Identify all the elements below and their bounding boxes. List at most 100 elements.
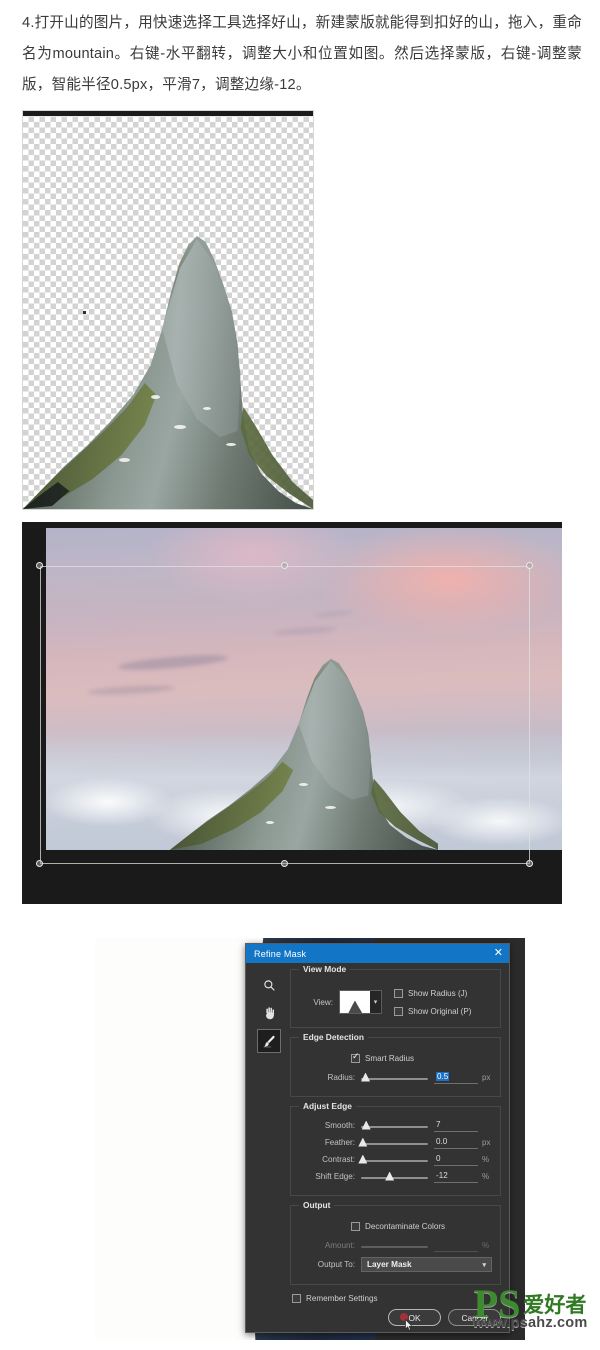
output-to-value: Layer Mask [367,1260,412,1269]
smooth-slider[interactable] [361,1120,428,1132]
view-preview-dropdown[interactable]: ▾ [339,990,382,1014]
view-row: View: ▾ Show Radius (J) Show Original (P… [299,986,492,1018]
output-title: Output [299,1200,335,1210]
contrast-value-field[interactable]: 0 [434,1154,478,1166]
amount-slider-track [361,1245,428,1248]
show-radius-label: Show Radius (J) [408,988,468,998]
dialog-button-row: OK Cancel [388,1309,501,1331]
smooth-row: Smooth: 7 [299,1118,492,1133]
amount-unit: % [482,1241,490,1250]
transform-handle-bottom-left[interactable] [36,860,43,867]
contrast-row: Contrast: 0 % [299,1152,492,1167]
ok-button[interactable]: OK [388,1309,441,1331]
smart-radius-row[interactable]: Smart Radius [351,1051,492,1065]
figure-sunset-composite [22,522,562,904]
snow-patch [173,425,186,429]
transform-handle-top-left[interactable] [36,562,43,569]
decontaminate-colors-checkbox[interactable] [351,1221,360,1231]
tutorial-paragraph: 4.打开山的图片，用快速选择工具选择好山，新建蒙版就能得到扣好的山，拖入，重命名… [22,15,582,93]
view-preview-thumbnail [340,991,370,1013]
feather-slider-track [361,1142,428,1145]
output-to-select[interactable]: Layer Mask ▾ [361,1257,492,1272]
dialog-tool-column [252,973,286,1057]
snow-patch [226,443,236,446]
shift-edge-row: Shift Edge: -12 % [299,1169,492,1184]
ok-button-highlight [400,1313,408,1321]
mountain-cutout-shape [23,209,313,509]
feather-row: Feather: 0.0 px [299,1135,492,1150]
smooth-slider-track [361,1125,428,1128]
contrast-slider[interactable] [358,1154,428,1166]
view-mode-group: View Mode View: ▾ Show Radius (J) Show O… [290,964,501,1028]
thumbnail-mountain-silhouette [348,1000,363,1013]
show-original-label: Show Original (P) [408,1006,472,1016]
show-radius-checkbox[interactable] [394,988,403,998]
show-original-row[interactable]: Show Original (P) [394,1004,471,1018]
show-radius-row[interactable]: Show Radius (J) [394,986,471,1000]
refine-mask-dialog: Refine Mask ✕ View Mode View: ▾ Show Rad… [245,943,510,1333]
amount-label: Amount: [324,1241,355,1250]
transform-handle-top-center[interactable] [281,562,288,569]
feather-slider[interactable] [358,1137,428,1149]
radius-value-field[interactable]: 0.5 [434,1071,478,1084]
figure-refine-mask: Refine Mask ✕ View Mode View: ▾ Show Rad… [95,938,525,1340]
contrast-slider-track [361,1159,428,1162]
chevron-down-icon[interactable]: ▾ [482,1261,486,1269]
contrast-unit: % [482,1155,490,1164]
smart-radius-checkbox[interactable] [351,1052,360,1063]
smooth-label: Smooth: [324,1121,355,1130]
view-mode-title: View Mode [299,964,351,974]
feather-value-field[interactable]: 0.0 [434,1137,478,1149]
snow-patch [150,395,160,399]
transform-handle-bottom-center[interactable] [281,860,288,867]
shift-edge-slider[interactable] [361,1171,428,1183]
cancel-button-label: Cancel [461,1312,488,1323]
radius-value: 0.5 [436,1071,450,1081]
amount-row: Amount: % [299,1238,492,1253]
hand-icon[interactable] [257,1001,281,1025]
dialog-title: Refine Mask [254,948,307,959]
dialog-body: View Mode View: ▾ Show Radius (J) Show O… [246,963,509,1334]
close-icon[interactable]: ✕ [494,948,503,959]
decontaminate-colors-label: Decontaminate Colors [365,1221,446,1231]
dialog-title-bar: Refine Mask ✕ [246,944,509,963]
feather-label: Feather: [324,1138,355,1147]
remember-settings-label: Remember Settings [306,1294,378,1303]
shift-edge-unit: % [482,1172,490,1181]
adjust-edge-title: Adjust Edge [299,1101,356,1111]
shift-edge-label: Shift Edge: [315,1172,355,1181]
output-to-label: Output To: [317,1260,355,1269]
refine-edge-brush-icon[interactable] [257,1029,281,1053]
cancel-button[interactable]: Cancel [448,1309,501,1326]
contrast-label: Contrast: [322,1155,355,1164]
smart-radius-label: Smart Radius [365,1053,415,1063]
smooth-value-field[interactable]: 7 [434,1120,478,1132]
snow-patch [202,407,211,410]
remember-settings-checkbox[interactable] [292,1294,301,1303]
adjust-edge-group: Adjust Edge Smooth: 7 Feather: 0.0 px Co… [290,1101,501,1196]
output-group: Output Decontaminate Colors Amount: % Ou… [290,1200,501,1285]
remember-settings-row[interactable]: Remember Settings [292,1294,501,1303]
edge-detection-group: Edge Detection Smart Radius Radius: 0.5 … [290,1032,501,1097]
transform-handle-top-right[interactable] [526,562,533,569]
edge-detection-title: Edge Detection [299,1032,368,1042]
show-original-checkbox[interactable] [394,1006,403,1016]
radius-unit: px [482,1073,491,1082]
canvas-top-edge [23,111,313,116]
transform-handle-bottom-right[interactable] [526,860,533,867]
output-to-row: Output To: Layer Mask ▾ [299,1256,492,1273]
decontaminate-row[interactable]: Decontaminate Colors [351,1219,492,1233]
figure-mountain-cutout [22,110,314,510]
radius-row: Radius: 0.5 px [299,1070,492,1085]
snow-patch [118,458,130,462]
zoom-icon[interactable] [257,973,281,997]
radius-slider[interactable] [361,1072,428,1084]
amount-value-field [434,1240,478,1252]
shift-edge-slider-track [361,1176,428,1179]
shift-edge-value-field[interactable]: -12 [434,1171,478,1183]
view-mode-checkboxes: Show Radius (J) Show Original (P) [394,986,471,1018]
radius-label: Radius: [327,1073,355,1082]
chevron-down-icon[interactable]: ▾ [370,991,381,1013]
ok-button-label: OK [408,1312,421,1323]
free-transform-bounding-box[interactable] [40,566,530,864]
